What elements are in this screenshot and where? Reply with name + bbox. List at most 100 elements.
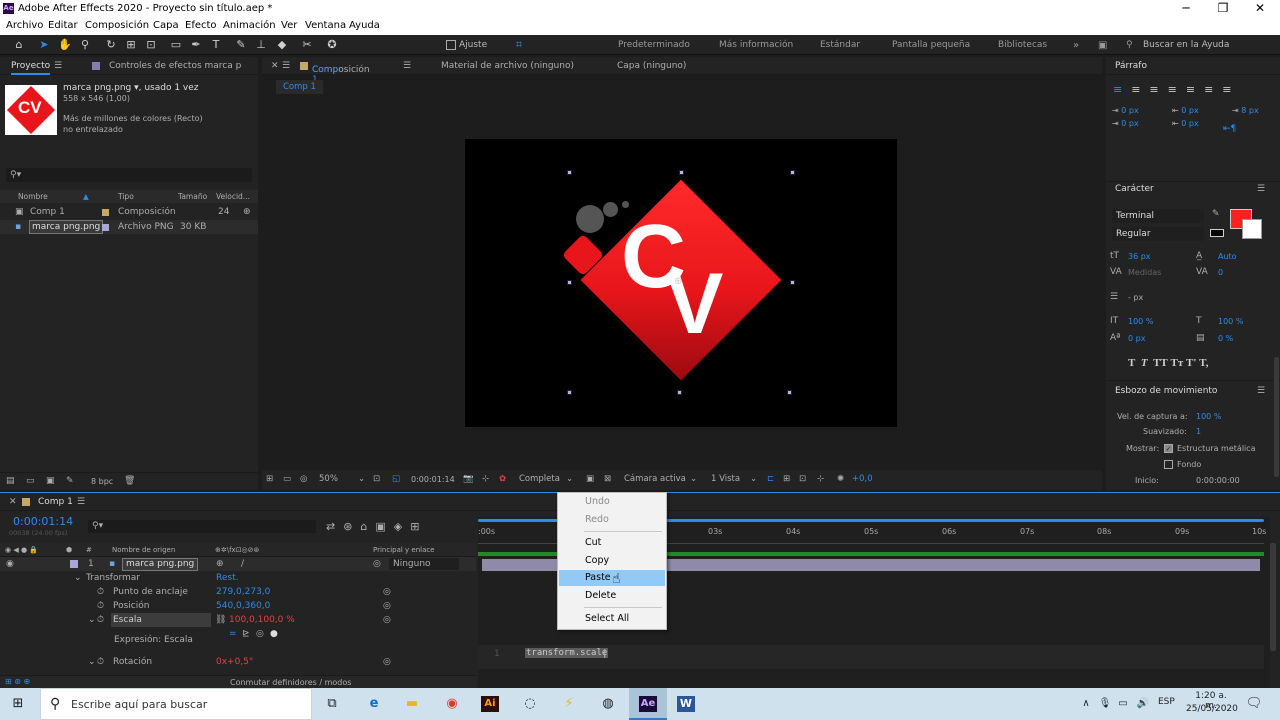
zoom-dropdown[interactable]: 50% xyxy=(319,474,338,484)
smooth-value[interactable]: 1 xyxy=(1196,427,1201,436)
leading-value[interactable]: Auto xyxy=(1218,252,1237,261)
expression-code[interactable]: transform.scale xyxy=(525,648,609,658)
baseline-value[interactable]: 0 px xyxy=(1128,334,1145,343)
rotate-tool-icon[interactable]: ↻ xyxy=(104,38,118,52)
windows-start-icon[interactable]: ⊞ xyxy=(9,696,27,712)
font-family-select[interactable]: Terminal xyxy=(1112,209,1204,223)
snapshot-icon[interactable]: 📷 xyxy=(463,474,474,484)
settings-icon[interactable]: ✎ xyxy=(66,476,74,486)
layer-label-color[interactable] xyxy=(70,560,78,568)
timeline-search-input[interactable]: ⚲▾ xyxy=(88,520,316,533)
pick-whip-icon[interactable]: ◎ xyxy=(383,655,391,669)
visibility-icon[interactable]: ◉ xyxy=(6,557,14,571)
eraser-tool-icon[interactable]: ◆ xyxy=(275,38,289,52)
rotation-value[interactable]: 0x+0,5° xyxy=(216,655,296,669)
taskbar-search-box[interactable]: ⚲ Escribe aquí para buscar xyxy=(40,688,312,720)
transform-handle[interactable] xyxy=(790,170,795,175)
kerning-value[interactable]: Medidas xyxy=(1128,268,1161,277)
menu-capa[interactable]: Capa xyxy=(153,20,179,31)
brush-tool-icon[interactable]: ✎ xyxy=(234,38,248,52)
region-icon[interactable]: ▣ xyxy=(586,474,594,484)
menu-delete[interactable]: Delete xyxy=(559,588,665,604)
menu-select-all[interactable]: Select All xyxy=(559,611,665,627)
stroke-color-swatch[interactable] xyxy=(1242,219,1262,239)
black-swatch[interactable] xyxy=(1210,229,1224,237)
display-icon[interactable]: ▭ xyxy=(283,474,291,484)
transform-handle[interactable] xyxy=(679,170,684,175)
menu-undo[interactable]: Undo xyxy=(559,494,665,510)
col-velocidad[interactable]: Velocid... xyxy=(216,190,250,203)
clone-stamp-tool-icon[interactable]: ⊥ xyxy=(254,38,268,52)
show-snapshot-icon[interactable]: ⊹ xyxy=(482,474,489,484)
project-item-comp1[interactable]: ▣ Comp 1 Composición 24 ⊕ xyxy=(0,205,258,219)
expression-menu-icon[interactable]: ● xyxy=(270,627,278,641)
pan-behind-tool-icon[interactable]: ⊡ xyxy=(144,38,158,52)
chevron-down-icon[interactable]: ⌄ xyxy=(88,655,96,669)
indent-right[interactable]: ⇤ 0 px xyxy=(1172,106,1199,115)
expression-pick-whip-icon[interactable]: ◎ xyxy=(256,627,264,641)
comp-viewer-canvas[interactable]: C V ⊕ xyxy=(465,139,897,427)
selection-tool-icon[interactable]: ➤ xyxy=(37,38,51,52)
roto-brush-tool-icon[interactable]: ✂ xyxy=(300,38,314,52)
menu-animacion[interactable]: Animación xyxy=(223,20,276,31)
panel-menu-icon[interactable]: ☰ xyxy=(54,61,62,71)
exposure-icon[interactable]: ✺ xyxy=(837,474,844,484)
comp-breadcrumb[interactable]: Comp 1 xyxy=(276,80,323,94)
anchor-point-value[interactable]: 279,0,273,0 xyxy=(216,585,306,599)
chevron-down-icon[interactable]: ⌄ xyxy=(566,474,573,484)
shy-icon[interactable]: ⊕ xyxy=(216,557,224,571)
chevron-down-icon[interactable]: ⌄ xyxy=(690,474,697,484)
project-search-input[interactable]: ⚲▾ xyxy=(6,168,252,182)
interpret-footage-icon[interactable]: ▤ xyxy=(6,476,15,486)
col-nombre[interactable]: Nombre xyxy=(18,190,48,203)
comp-timecode[interactable]: 0:00:01:14 xyxy=(411,475,455,484)
timeline-layer-row[interactable]: ◉ 1 ▪ marca png.png ⊕ / ◎ Ninguno xyxy=(0,557,476,571)
font-style-select[interactable]: Regular xyxy=(1112,227,1204,241)
chevron-down-icon[interactable]: ⌄ xyxy=(74,571,82,585)
channels-icon[interactable]: ✿ xyxy=(499,474,506,484)
app-icon-circle[interactable]: ◌ xyxy=(521,696,539,712)
tab-effects-controls[interactable]: Controles de efectos marca p xyxy=(109,61,241,71)
pick-whip-icon[interactable]: ◎ xyxy=(383,613,391,627)
illustrator-icon[interactable]: Ai xyxy=(481,696,499,712)
space-after[interactable]: ⇤ 0 px xyxy=(1172,119,1199,128)
trash-icon[interactable]: 🗑 xyxy=(124,476,135,486)
direction-icon[interactable]: ⇤¶ xyxy=(1223,124,1236,134)
chevron-up-icon[interactable]: ∧ xyxy=(1077,696,1095,712)
maximize-button[interactable]: ❐ xyxy=(1208,1,1238,15)
help-search-input[interactable]: Buscar en la Ayuda xyxy=(1143,40,1229,50)
workspace-mas-informacion[interactable]: Más información xyxy=(719,40,793,50)
transform-handle[interactable] xyxy=(567,390,572,395)
edge-icon[interactable]: e xyxy=(365,696,383,712)
close-comp-icon[interactable]: ✕ xyxy=(271,61,279,71)
notifications-icon[interactable]: 🗨 xyxy=(1245,696,1263,712)
footer-icons[interactable]: ⊞ ⊛ ⊕ xyxy=(5,677,30,686)
language-indicator[interactable]: ESP xyxy=(1158,697,1175,707)
file-explorer-icon[interactable]: ▬ xyxy=(403,696,421,712)
capture-value[interactable]: 100 % xyxy=(1196,412,1221,421)
lock-icon[interactable]: ☰ xyxy=(282,61,290,71)
tsume-value[interactable]: 0 % xyxy=(1218,334,1233,343)
panel-layout-icon[interactable]: ▣ xyxy=(1098,40,1107,51)
microphone-icon[interactable]: 🎙 xyxy=(1096,696,1114,712)
toggle-switches-modes[interactable]: Conmutar definidores / modos xyxy=(230,678,351,687)
scale-value[interactable]: 100,0,100,0 % xyxy=(229,613,319,627)
camera-dropdown[interactable]: Cámara activa xyxy=(624,474,686,484)
reset-exposure-icon[interactable]: ⊞ xyxy=(783,474,790,484)
toggle-pixel-icon[interactable]: ⊏ xyxy=(767,474,774,484)
col-source-name[interactable]: Nombre de origen xyxy=(112,543,175,557)
menu-archivo[interactable]: Archivo xyxy=(6,20,43,31)
workspace-predeterminado[interactable]: Predeterminado xyxy=(618,40,690,50)
always-preview-icon[interactable]: ⊞ xyxy=(266,474,273,484)
menu-ver[interactable]: Ver xyxy=(281,20,297,31)
right-panel-scrollbar[interactable] xyxy=(1274,357,1279,477)
zoom-tool-icon[interactable]: ⚲ xyxy=(78,38,92,52)
menu-redo[interactable]: Redo xyxy=(559,512,665,528)
expression-enable-icon[interactable]: = xyxy=(229,627,237,641)
motion-menu-icon[interactable]: ☰ xyxy=(1257,386,1265,396)
rectangle-tool-icon[interactable]: ▭ xyxy=(169,38,183,52)
col-tipo[interactable]: Tipo xyxy=(118,190,134,203)
snap-options-icon[interactable]: ⌗ xyxy=(512,38,526,52)
vr-icon[interactable]: ◎ xyxy=(300,474,307,484)
constrain-proportions-icon[interactable]: ⛓ xyxy=(215,613,226,627)
